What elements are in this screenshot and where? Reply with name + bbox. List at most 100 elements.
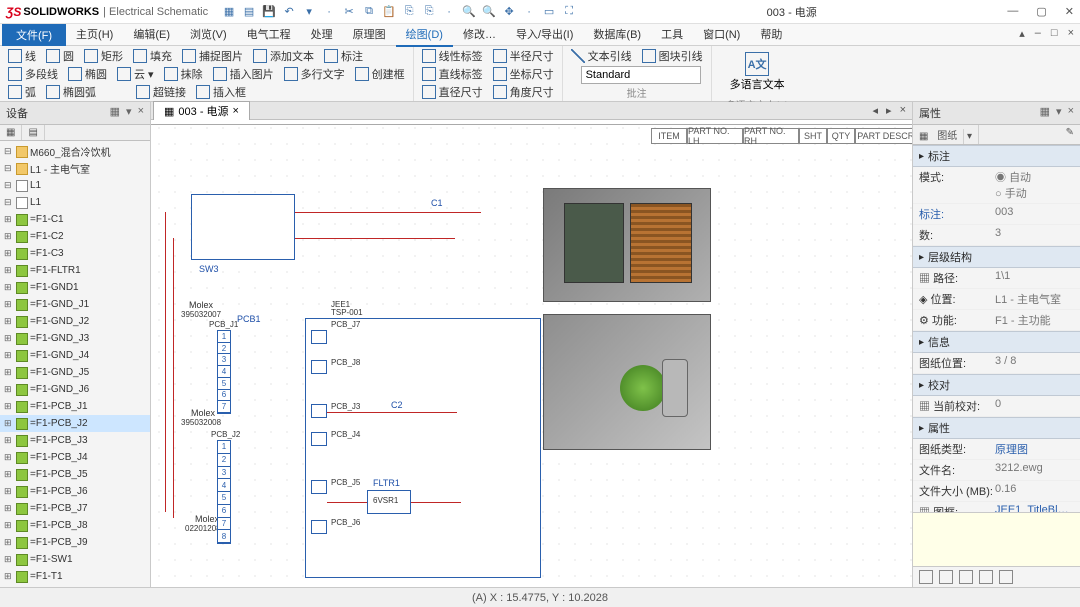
leader-style-select[interactable] [581, 66, 701, 84]
tree-toggle-icon[interactable]: ⊞ [4, 231, 14, 242]
tree-toggle-icon[interactable]: ⊟ [4, 197, 14, 208]
ribbon-button[interactable]: 云 ▾ [117, 66, 154, 82]
menu-item[interactable]: 编辑(E) [123, 23, 180, 47]
qat-cut-icon[interactable]: ✂ [342, 5, 356, 19]
ribbon-button[interactable]: 超链接 [136, 84, 186, 100]
panel-pin-icon[interactable]: ▾ [1056, 105, 1062, 121]
menu-item[interactable]: 处理 [301, 23, 343, 47]
menu-item[interactable]: 工具 [651, 23, 693, 47]
tab-close-icon[interactable]: × [233, 105, 239, 117]
menu-item[interactable]: 窗口(N) [693, 23, 750, 47]
mdi-close-icon[interactable]: × [1068, 27, 1074, 40]
tree-toggle-icon[interactable]: ⊞ [4, 571, 14, 582]
tree-toggle-icon[interactable]: ⊞ [4, 350, 14, 361]
menu-item[interactable]: 导入/导出(I) [506, 23, 583, 47]
ribbon-button[interactable]: 抹除 [164, 66, 203, 82]
device-tab-2[interactable]: ▤ [22, 125, 44, 140]
qat-save-icon[interactable]: 💾 [262, 5, 276, 19]
properties-list[interactable]: ▸ 标注 模式:◉ 自动○ 手动 标注:003 数:3 ▸ 层级结构 ▦ 路径:… [913, 145, 1080, 512]
tree-node[interactable]: ⊟L1 - 主电气室 [0, 160, 150, 177]
tree-toggle-icon[interactable]: ⊟ [4, 180, 14, 191]
foot-icon-5[interactable] [999, 570, 1013, 584]
connector-j6[interactable] [311, 520, 327, 534]
qat-clip2-icon[interactable]: ⎘ [422, 5, 436, 19]
panel-opts-icon[interactable]: ▦ [1040, 105, 1050, 121]
ribbon-button[interactable]: 坐标尺寸 [493, 66, 554, 82]
file-menu[interactable]: 文件(F) [2, 24, 66, 46]
tree-toggle-icon[interactable]: ⊞ [4, 299, 14, 310]
ribbon-button[interactable]: 插入框 [196, 84, 246, 100]
menu-item[interactable]: 绘图(D) [396, 23, 453, 47]
tree-node[interactable]: ⊞=F1-PCB_J1 [0, 398, 150, 415]
minimize-icon[interactable]: — [1007, 5, 1018, 18]
tree-toggle-icon[interactable]: ⊞ [4, 333, 14, 344]
ribbon-button[interactable]: 弧 [8, 84, 36, 100]
device-tree[interactable]: ⊟M660_混合冷饮机⊟L1 - 主电气室⊟L1⊟L1⊞=F1-C1⊞=F1-C… [0, 141, 150, 587]
device-tab-1[interactable]: ▦ [0, 125, 22, 140]
ribbon-button[interactable]: 半径尺寸 [493, 48, 554, 64]
ribbon-button[interactable]: 直径尺寸 [422, 84, 483, 100]
tree-node[interactable]: ⊞=F1-GND_J4 [0, 347, 150, 364]
tree-node[interactable]: ⊞=F1-GND1 [0, 279, 150, 296]
qat-zoom-out-icon[interactable]: 🔍 [482, 5, 496, 19]
tree-toggle-icon[interactable]: ⊞ [4, 401, 14, 412]
ribbon-button[interactable]: 填充 [133, 48, 172, 64]
tree-node[interactable]: ⊞=F1-T1 [0, 568, 150, 585]
tree-toggle-icon[interactable]: ⊞ [4, 503, 14, 514]
tree-toggle-icon[interactable]: ⊞ [4, 384, 14, 395]
tree-node[interactable]: ⊞=F1-C3 [0, 245, 150, 262]
tree-toggle-icon[interactable]: ⊞ [4, 214, 14, 225]
tree-node[interactable]: ⊟L1 [0, 194, 150, 211]
qat-dropdown-icon[interactable]: ▾ [302, 5, 316, 19]
tree-toggle-icon[interactable]: ⊞ [4, 367, 14, 378]
tree-toggle-icon[interactable]: ⊞ [4, 435, 14, 446]
panel-close-icon[interactable]: × [1068, 105, 1074, 121]
connector-pcbj1[interactable]: 1234567 [217, 330, 231, 414]
ribbon-button[interactable]: 线性标签 [422, 48, 483, 64]
qat-copy-icon[interactable]: ⧉ [362, 5, 376, 19]
tree-toggle-icon[interactable]: ⊞ [4, 486, 14, 497]
canvas-tab-active[interactable]: ▦ 003 - 电源 × [153, 101, 250, 120]
tab-nav-next-icon[interactable]: ▸ [886, 104, 892, 117]
qat-move-icon[interactable]: ✥ [502, 5, 516, 19]
properties-tab-drawing[interactable]: ▦ 图纸 ▾ [913, 125, 979, 144]
tree-node[interactable]: ⊞=F1-PCB_J6 [0, 483, 150, 500]
tree-toggle-icon[interactable]: ⊞ [4, 248, 14, 259]
prop-section-annotation[interactable]: ▸ 标注 [913, 145, 1080, 167]
tree-toggle-icon[interactable]: ⊞ [4, 282, 14, 293]
qat-open-icon[interactable]: ▤ [242, 5, 256, 19]
menu-item[interactable]: 修改… [453, 23, 506, 47]
tree-node[interactable]: ⊞=F1-GND_J1 [0, 296, 150, 313]
tree-node[interactable]: ⊞=F1-GND_J6 [0, 381, 150, 398]
menu-item[interactable]: 电气工程 [237, 23, 301, 47]
tree-node[interactable]: ⊞=F1-SW1 [0, 551, 150, 568]
tree-toggle-icon[interactable]: ⊞ [4, 265, 14, 276]
qat-fit-icon[interactable]: ⛶ [562, 5, 576, 19]
connector-j5[interactable] [311, 480, 327, 494]
foot-icon-3[interactable] [959, 570, 973, 584]
ribbon-btn-text-leader[interactable]: 文本引线 [571, 48, 632, 64]
ribbon-button[interactable]: 创建框 [355, 66, 405, 82]
component-pcb1[interactable] [305, 318, 541, 578]
menu-item[interactable]: 原理图 [343, 23, 396, 47]
tab-nav-close-icon[interactable]: × [900, 104, 906, 117]
panel-opts-icon[interactable]: ▦ [110, 105, 120, 121]
menu-item[interactable]: 数据库(B) [583, 23, 651, 47]
tree-toggle-icon[interactable]: ⊟ [4, 146, 14, 157]
tree-node[interactable]: ⊞=F1-PCB_J2 [0, 415, 150, 432]
connector-j7[interactable] [311, 330, 327, 344]
ribbon-button[interactable]: 矩形 [84, 48, 123, 64]
ribbon-button[interactable]: 圆 [46, 48, 74, 64]
foot-icon-1[interactable] [919, 570, 933, 584]
mdi-min-icon[interactable]: – [1035, 27, 1041, 40]
tree-node[interactable]: ⊞=F1-GND_J3 [0, 330, 150, 347]
mdi-help-icon[interactable]: ▴ [1019, 27, 1025, 40]
qat-new-icon[interactable]: ▦ [222, 5, 236, 19]
qat-undo-icon[interactable]: ↶ [282, 5, 296, 19]
qat-rect-icon[interactable]: ▭ [542, 5, 556, 19]
menu-item[interactable]: 主页(H) [66, 23, 123, 47]
tree-node[interactable]: ⊞=F1-PCB_J5 [0, 466, 150, 483]
ribbon-button[interactable]: 线 [8, 48, 36, 64]
ribbon-button[interactable]: 多段线 [8, 66, 58, 82]
schematic-canvas[interactable]: ITEMPART NO. LHPART NO. RHSHTQTYPART DES… [151, 120, 912, 587]
